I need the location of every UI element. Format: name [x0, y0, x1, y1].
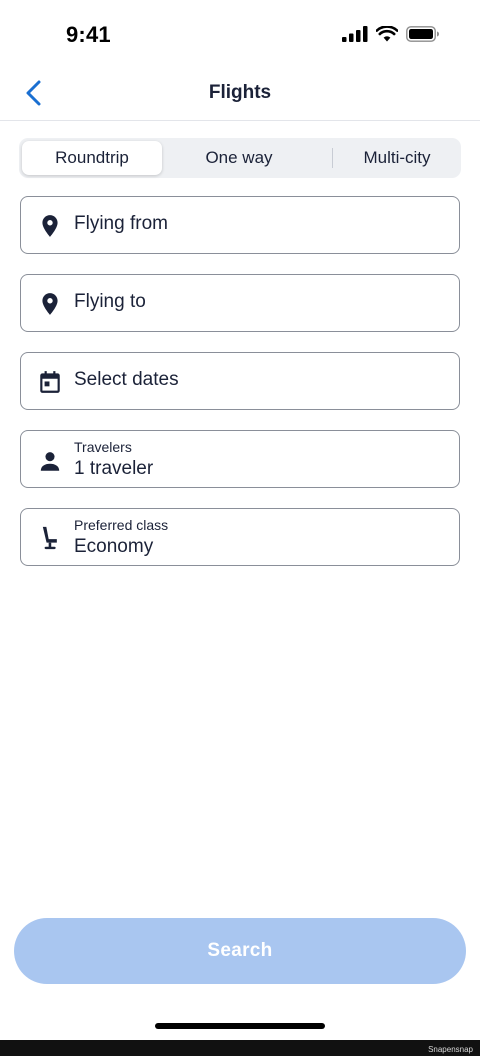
- preferred-class-field[interactable]: Preferred class Economy: [20, 508, 460, 566]
- flying-to-field[interactable]: Flying to: [20, 274, 460, 332]
- status-bar: 9:41: [0, 0, 480, 70]
- trip-type-segmented-control: Roundtrip One way Multi-city: [19, 138, 461, 178]
- location-pin-icon: [42, 293, 58, 315]
- segment-divider: [332, 148, 333, 168]
- status-icons: [342, 26, 440, 42]
- calendar-icon: [40, 371, 60, 393]
- battery-icon: [406, 26, 439, 42]
- flying-from-placeholder: Flying from: [74, 213, 168, 234]
- page-title: Flights: [208, 82, 272, 103]
- location-pin-icon: [42, 215, 58, 237]
- footer-bar: [0, 1040, 480, 1056]
- wifi-icon: [376, 26, 398, 42]
- select-dates-placeholder: Select dates: [74, 369, 179, 390]
- travelers-label: Travelers: [74, 439, 132, 455]
- nav-bar: Flights: [0, 70, 480, 121]
- tab-multi-city[interactable]: Multi-city: [335, 141, 459, 175]
- travelers-field[interactable]: Travelers 1 traveler: [20, 430, 460, 488]
- search-button[interactable]: Search: [14, 918, 466, 984]
- person-icon: [40, 452, 60, 471]
- status-time: 9:41: [66, 22, 111, 47]
- select-dates-field[interactable]: Select dates: [20, 352, 460, 410]
- preferred-class-label: Preferred class: [74, 517, 169, 533]
- seat-icon: [42, 526, 57, 550]
- flying-from-field[interactable]: Flying from: [20, 196, 460, 254]
- flying-to-placeholder: Flying to: [74, 291, 146, 312]
- home-indicator: [155, 1023, 325, 1029]
- tab-one-way[interactable]: One way: [165, 141, 313, 175]
- preferred-class-value: Economy: [74, 536, 154, 557]
- tab-roundtrip[interactable]: Roundtrip: [22, 141, 162, 175]
- cellular-signal-icon: [342, 26, 368, 42]
- watermark: Snapensnap: [428, 1045, 473, 1054]
- travelers-value: 1 traveler: [74, 458, 154, 479]
